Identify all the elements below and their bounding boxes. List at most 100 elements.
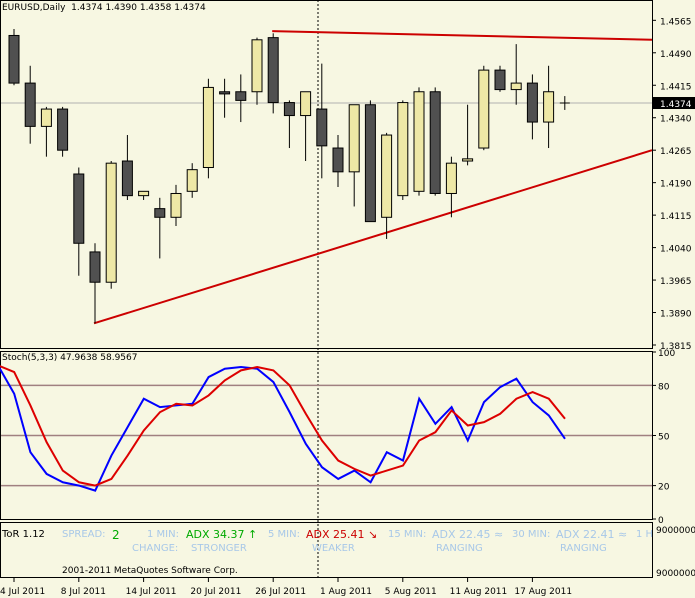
candle-bull (381, 134, 393, 218)
candle-bear (73, 173, 85, 244)
price-tick-label: 1.3965 (660, 277, 692, 287)
wave-icon: ≈ (618, 528, 628, 541)
stoch-line-main (0, 366, 566, 492)
candle-bull (348, 104, 360, 173)
candle-bull (397, 102, 409, 197)
candle-bull (300, 91, 312, 117)
candle-bull (202, 86, 214, 169)
volume-scale-bottom: 9000000 (656, 569, 695, 579)
candle-bear (332, 147, 344, 173)
tf3-adx: ADX 22.45 ≈ (432, 528, 503, 541)
chart-window: 1.4565 1.4490 1.4415 1.4340 1.4265 1.4190 1.41… (0, 0, 695, 598)
candle-bear (429, 91, 441, 194)
date-tick-label: 17 Aug 2011 (514, 587, 572, 597)
candle-bear (526, 82, 538, 123)
candle-bear (364, 104, 376, 223)
candle-bear (494, 69, 506, 91)
ohlc-text: 1.4374 1.4390 1.4358 1.4374 (71, 3, 206, 13)
candle-bear (24, 82, 36, 127)
spread-label: SPREAD: (62, 529, 106, 540)
tf4-adx-value: ADX 22.41 (556, 528, 615, 541)
stoch-tick-label: 80 (658, 382, 670, 392)
date-tick-label: 26 Jul 2011 (255, 587, 306, 597)
candle-bull (170, 192, 182, 218)
arrow-up-icon: ↑ (248, 528, 258, 541)
candle-bull (105, 162, 117, 283)
tf5-label: 1 H (636, 529, 654, 540)
date-tick-label: 4 Jul 2011 (0, 587, 45, 597)
copyright-text: 2001-2011 MetaQuotes Software Corp. (62, 566, 238, 576)
price-tick-label: 1.4190 (660, 180, 692, 190)
candle-bull (478, 69, 490, 149)
stoch-title: Stoch(5,3,3) 47.9638 58.9567 (2, 353, 138, 363)
tf2-state: WEAKER (312, 543, 355, 554)
tf2-adx: ADX 25.41 ↘ (306, 528, 377, 541)
chart-symbol: EURUSD,Daily 1.4374 1.4390 1.4358 1.4374 (2, 3, 206, 14)
symbol-text: EURUSD,Daily (2, 3, 66, 13)
trendline-resistance (272, 30, 653, 41)
axis-layer: 1.4565 1.4490 1.4415 1.4340 1.4265 1.4190 1.41… (0, 17, 695, 597)
candle-bear (57, 108, 69, 151)
candle-bear (154, 208, 166, 218)
tf1-adx-value: ADX 34.37 (186, 528, 245, 541)
candle-bear (283, 102, 295, 117)
price-tick-label: 1.3890 (660, 310, 692, 320)
candle-bull (510, 82, 522, 91)
candle-bull (445, 162, 457, 194)
current-price-label: 1.4374 (660, 100, 692, 110)
price-pane-frame (0, 0, 653, 349)
candle-bull (543, 91, 555, 123)
candle-bear (235, 91, 247, 101)
stoch-tick-label: 100 (658, 349, 675, 359)
tf4-state: RANGING (560, 543, 607, 554)
tf3-adx-value: ADX 22.45 (432, 528, 491, 541)
candle-bull (138, 190, 150, 197)
price-tick-label: 1.4565 (660, 17, 692, 27)
volume-scale-top: 9000000 (656, 526, 695, 536)
change-label: CHANGE: (132, 543, 179, 554)
stoch-line-signal (0, 365, 566, 487)
tf4-label: 30 MIN: (512, 529, 551, 540)
wave-icon: ≈ (494, 528, 504, 541)
chart-canvas[interactable]: 1.4565 1.4490 1.4415 1.4340 1.4265 1.4190 1.41… (0, 0, 695, 598)
price-tick-label: 1.4115 (660, 212, 692, 222)
candle-bear (316, 108, 328, 147)
candle-bull (40, 108, 52, 127)
tf2-adx-value: ADX 25.41 (306, 528, 365, 541)
tf1-adx: ADX 34.37 ↑ (186, 528, 257, 541)
tf1-state: STRONGER (191, 543, 247, 554)
tf3-state: RANGING (436, 543, 483, 554)
candle-bear (89, 251, 101, 283)
price-tick-label: 1.4265 (660, 147, 692, 157)
date-tick-label: 1 Aug 2011 (320, 587, 372, 597)
tor-label: ToR 1.12 (2, 529, 45, 540)
arrow-down-right-icon: ↘ (368, 528, 378, 541)
stoch-tick-label: 0 (658, 516, 664, 526)
date-tick-label: 8 Jul 2011 (61, 587, 106, 597)
price-tick-label: 1.4340 (660, 115, 692, 125)
candle-bull (251, 39, 263, 93)
candle-bull (186, 169, 198, 192)
date-tick-label: 5 Aug 2011 (385, 587, 437, 597)
price-tick-label: 1.4040 (660, 245, 692, 255)
tf2-label: 5 MIN: (268, 529, 300, 540)
candle-bull (413, 91, 425, 192)
stoch-tick-label: 50 (658, 433, 670, 443)
date-tick-label: 14 Jul 2011 (126, 587, 177, 597)
tf3-label: 15 MIN: (388, 529, 427, 540)
candle-bull (462, 158, 474, 162)
candle-bear (267, 37, 279, 104)
candle-bear (8, 34, 20, 84)
tf1-label: 1 MIN: (147, 529, 179, 540)
spread-value: 2 (112, 528, 120, 542)
price-layer (1, 28, 653, 325)
candle-bear (121, 160, 133, 197)
price-tick-label: 1.4490 (660, 50, 692, 60)
date-tick-label: 11 Aug 2011 (450, 587, 508, 597)
stoch-tick-label: 20 (658, 483, 670, 493)
date-tick-label: 20 Jul 2011 (190, 587, 241, 597)
candle-bear (219, 91, 231, 95)
stoch-layer (0, 365, 652, 492)
price-tick-label: 1.4415 (660, 82, 692, 92)
tf4-adx: ADX 22.41 ≈ (556, 528, 627, 541)
